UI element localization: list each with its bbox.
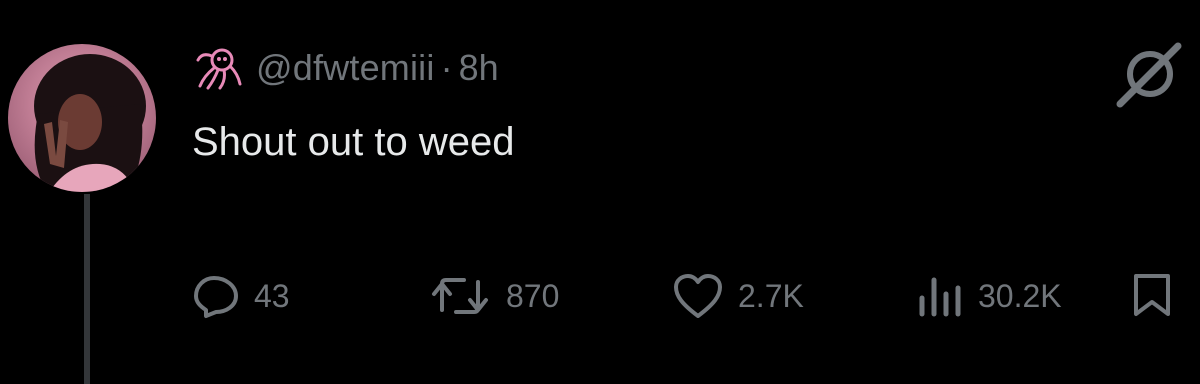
repost-count: 870 — [506, 277, 560, 314]
heart-icon — [674, 274, 722, 318]
like-count: 2.7K — [738, 277, 804, 314]
separator-dot: · — [440, 47, 453, 88]
views-count: 30.2K — [978, 277, 1062, 314]
views-button[interactable]: 30.2K — [916, 266, 1062, 326]
reply-icon — [194, 276, 238, 318]
avatar-image — [8, 44, 156, 192]
bookmark-icon[interactable] — [1130, 270, 1174, 318]
action-bar: 43 870 2.7K 30.2K — [0, 266, 1200, 326]
repost-button[interactable]: 870 — [428, 266, 559, 326]
post-header: @dfwtemiii · 8h — [194, 46, 499, 90]
reply-count: 43 — [254, 277, 290, 314]
repost-icon — [432, 278, 488, 314]
post-text: Shout out to weed — [192, 120, 515, 164]
views-icon — [919, 277, 961, 317]
like-button[interactable]: 2.7K — [672, 266, 804, 326]
post-time[interactable]: 8h — [459, 47, 499, 89]
avatar[interactable] — [8, 44, 156, 192]
reply-button[interactable]: 43 — [192, 266, 290, 326]
pink-squid-icon — [196, 48, 242, 90]
user-handle[interactable]: @dfwtemiii — [256, 47, 435, 89]
grok-icon[interactable] — [1112, 40, 1184, 108]
